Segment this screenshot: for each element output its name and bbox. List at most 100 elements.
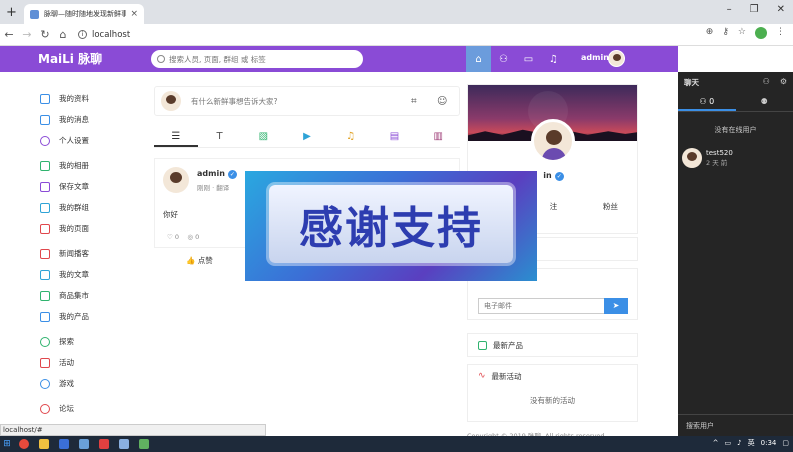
composer-input[interactable] [191, 96, 411, 106]
volume-icon[interactable]: ♪ [737, 439, 741, 447]
maximize-button[interactable]: ❐ [750, 4, 759, 15]
star-icon[interactable]: ☆ [738, 27, 746, 39]
tab-file[interactable]: ▤ [373, 128, 417, 147]
post-author-name[interactable]: admin [197, 169, 225, 178]
like-button-label: 点赞 [197, 255, 213, 265]
info-icon[interactable]: i [78, 30, 87, 39]
post-author-avatar[interactable] [163, 167, 189, 193]
network-icon[interactable]: ▭ [725, 439, 732, 447]
chat-user-name: test520 [706, 149, 733, 157]
reload-icon[interactable]: ↻ [36, 28, 54, 41]
extension-icon[interactable] [755, 27, 767, 39]
sidebar-item[interactable]: 游戏 [40, 373, 140, 394]
search-icon [157, 55, 165, 63]
add-friend-icon[interactable]: ⚇ [491, 46, 516, 72]
link-status-bar: localhost/# [0, 424, 266, 436]
sidebar-item[interactable]: 我的文章 [40, 264, 140, 285]
email-row: ➤ [478, 298, 628, 314]
tab-groups[interactable]: ⚉ [736, 92, 793, 111]
sidebar-item-label: 活动 [59, 358, 74, 367]
home-nav-icon[interactable]: ⌂ [466, 46, 491, 72]
sidebar-item[interactable]: 我的相册 [40, 155, 140, 176]
url-text: localhost [92, 29, 131, 40]
sidebar-item-label: 我的页面 [59, 224, 89, 233]
sidebar-item[interactable]: 新闻播客 [40, 243, 140, 264]
sidebar-item[interactable]: 我的产品 [40, 306, 140, 327]
tab-close-icon[interactable]: × [130, 9, 138, 19]
sidebar-item[interactable]: 保存文章 [40, 176, 140, 197]
menu-icon[interactable]: ⋮ [776, 27, 785, 39]
taskbar-chrome[interactable] [14, 436, 34, 452]
sidebar-item[interactable]: 我的页面 [40, 218, 140, 239]
latest-products-title[interactable]: 最新产品 [468, 334, 637, 356]
minimize-button[interactable]: – [727, 4, 732, 15]
sidebar-item-label: 我的资料 [59, 94, 89, 103]
input-method[interactable]: 英 [748, 438, 755, 448]
sidebar-item[interactable]: 我的资料 [40, 88, 140, 109]
post-body: 你好 [163, 210, 178, 219]
profile-avatar[interactable] [531, 119, 575, 163]
like-button[interactable]: 👍 点赞 [186, 255, 213, 266]
group-icon: ⚉ [760, 97, 768, 106]
tab-text[interactable]: T [198, 128, 242, 147]
new-tab-button[interactable]: + [6, 5, 17, 20]
no-online-users: 没有在线用户 [714, 126, 757, 134]
chat-user-item[interactable]: test520 2 天 前 [682, 148, 733, 168]
chat-header-icons: ⚇ ⚙ [763, 77, 787, 86]
notifications-icon[interactable]: ♫ [541, 46, 566, 72]
sidebar-item[interactable]: 我的群组 [40, 197, 140, 218]
tab-all[interactable]: ☰ [154, 128, 198, 147]
taskbar-app-4[interactable] [74, 436, 94, 452]
header-username[interactable]: admin [581, 53, 609, 62]
browser-tab[interactable]: 脉聊—随时随地发现新鲜事 × [24, 4, 144, 24]
taskbar-app-5[interactable] [94, 436, 114, 452]
email-input[interactable] [478, 298, 604, 314]
messages-icon[interactable]: ▭ [516, 46, 541, 72]
sidebar-item[interactable]: 我的消息 [40, 109, 140, 130]
tab-map[interactable]: ▥ [416, 128, 460, 147]
url-field[interactable]: i localhost [78, 30, 130, 40]
sidebar-item[interactable]: 商品集市 [40, 285, 140, 306]
chat-search-users[interactable]: 搜索用户 [678, 414, 793, 436]
search-bar[interactable] [151, 50, 363, 68]
tab-image[interactable]: ▧ [241, 128, 285, 147]
post-author[interactable]: admin ✓ [197, 169, 237, 179]
settings-icon[interactable]: ⚙ [780, 77, 787, 86]
latest-products-box: 最新产品 [467, 333, 638, 357]
sidebar-item[interactable]: 论坛 [40, 398, 140, 419]
back-icon[interactable]: ← [0, 28, 18, 41]
forward-icon[interactable]: → [18, 28, 36, 41]
search-input[interactable] [169, 54, 359, 64]
left-sidebar: 我的资料我的消息 个人设置我的相册 保存文章 我的群组我的页面新闻播客 我的文章 商品集市… [40, 88, 140, 419]
taskbar-app-u[interactable] [54, 436, 74, 452]
sidebar-item[interactable]: 探索 [40, 331, 140, 352]
header-avatar[interactable] [608, 50, 625, 67]
taskbar-app-6[interactable] [114, 436, 134, 452]
profile-stat-followers[interactable]: 粉丝 [582, 201, 637, 212]
emoji-icon[interactable]: ☺ [437, 96, 447, 107]
composer-avatar [161, 91, 181, 111]
send-icon[interactable]: ➤ [604, 298, 628, 314]
start-button-icon[interactable]: ⊞ [0, 436, 14, 452]
tab-audio[interactable]: ♫ [329, 128, 373, 147]
clock[interactable]: 0:34 [761, 439, 777, 447]
chat-user-avatar [682, 148, 702, 168]
taskbar-app-7[interactable] [134, 436, 154, 452]
close-window-button[interactable]: ✕ [777, 4, 785, 15]
notification-center-icon[interactable]: ▢ [782, 439, 789, 447]
add-user-icon[interactable]: ⚇ [763, 77, 770, 86]
location-icon[interactable]: ⊕ [706, 27, 714, 39]
logo[interactable]: MaiLi 脉聊 [38, 50, 732, 134]
tab-online-users[interactable]: ⚇ 0 [678, 92, 736, 111]
post-meta: 刚刚 · 翻译 [197, 184, 230, 192]
grid-icon [40, 202, 50, 213]
camera-icon[interactable]: ⌗ [411, 96, 417, 107]
no-activity-text: 没有新的活动 [530, 396, 575, 405]
sidebar-item[interactable]: 活动 [40, 352, 140, 373]
tray-arrow-icon[interactable]: ^ [713, 439, 719, 447]
sidebar-item[interactable]: 个人设置 [40, 130, 140, 151]
home-icon[interactable]: ⌂ [54, 28, 72, 41]
key-icon[interactable]: ⚷ [722, 27, 729, 39]
tab-video[interactable]: ▶ [285, 128, 329, 147]
taskbar-explorer[interactable] [34, 436, 54, 452]
